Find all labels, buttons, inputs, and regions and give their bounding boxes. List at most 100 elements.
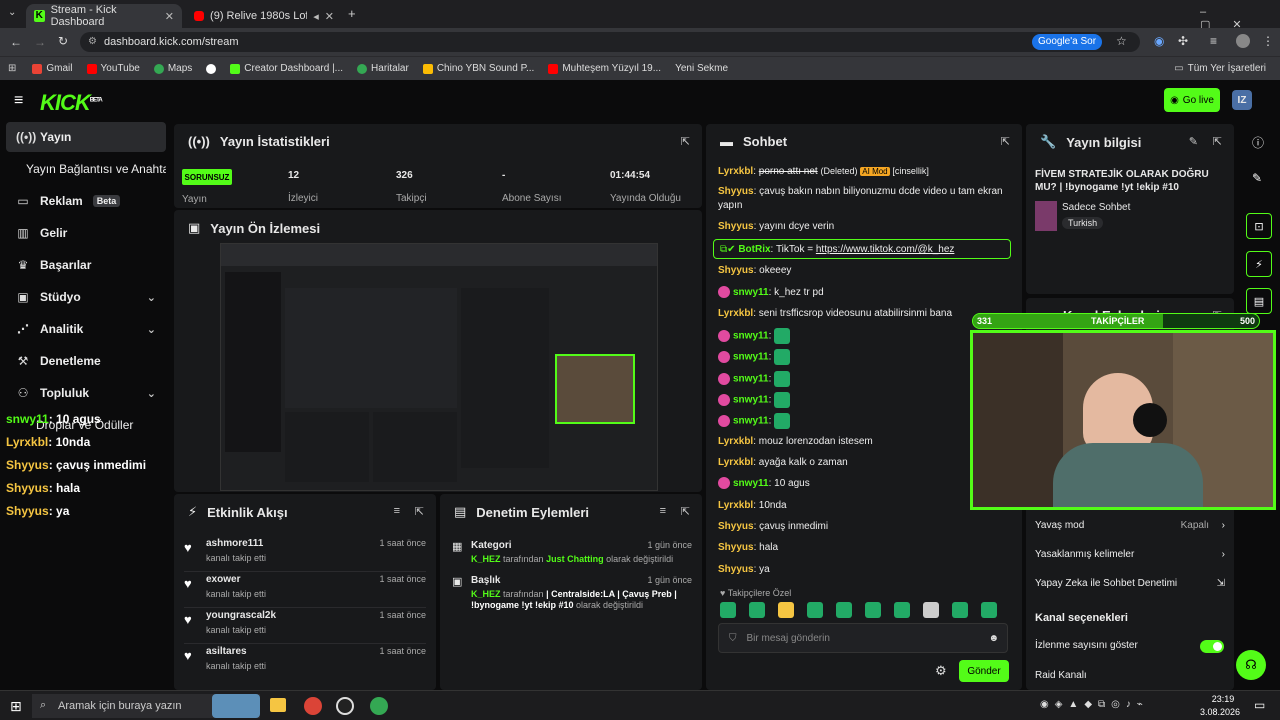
chat-username[interactable]: Lyrxkbl	[718, 308, 753, 319]
all-bookmarks[interactable]: ▭ Tüm Yer İşaretleri	[1174, 63, 1266, 74]
extension-icon[interactable]: ◉	[1154, 34, 1164, 48]
chat-username[interactable]: Shyyus	[718, 521, 754, 532]
go-live-button[interactable]: ◉ Go live	[1164, 88, 1220, 112]
rail-button-target[interactable]: ⊡	[1246, 213, 1272, 239]
rail-button-bolt[interactable]: ⚡	[1246, 251, 1272, 277]
taskbar-search[interactable]: ⌕ Aramak için buraya yazın	[32, 694, 260, 718]
sidebar-item-stream[interactable]: ((•)) Yayın	[6, 122, 166, 152]
new-tab-icon[interactable]: +	[348, 6, 356, 21]
emoji-picker-icon[interactable]: ☻	[988, 633, 999, 644]
back-icon[interactable]: ←	[10, 35, 22, 49]
tab-list-icon[interactable]: ⌄	[8, 7, 16, 18]
sidebar-item-revenue[interactable]: ▥ Gelir	[6, 218, 166, 248]
send-button[interactable]: Gönder	[959, 660, 1009, 682]
banned-words-row[interactable]: Yasaklanmış kelimeler ›	[1035, 549, 1225, 560]
sidebar-item-achievements[interactable]: ♛ Başarılar	[6, 250, 166, 280]
chat-username[interactable]: snwy11	[733, 352, 769, 363]
popout-icon[interactable]: ⇱	[1213, 135, 1222, 148]
bookmark-star-icon[interactable]: ☆	[1116, 34, 1127, 48]
chat-input[interactable]: ⛉ Bir mesaj gönderin ☻	[718, 623, 1008, 653]
bookmark-youtube[interactable]: YouTube	[86, 63, 140, 74]
tab-kick-dashboard[interactable]: K Stream - Kick Dashboard ✕	[26, 4, 182, 28]
sidebar-item-community[interactable]: ⚇ Topluluk ⌄	[6, 378, 166, 408]
ai-moderation-row[interactable]: Yapay Zeka ile Sohbet Denetimi ⇲	[1035, 578, 1225, 589]
bookmark-maps[interactable]: Maps	[153, 63, 192, 74]
tray-icons[interactable]: ◉◈▲◆⧉◎♪⌁	[1040, 699, 1149, 710]
sidebar-item-ads[interactable]: ▭ Reklam Beta	[6, 186, 166, 216]
notification-icon[interactable]: ▭	[1254, 698, 1265, 712]
bookmark-muhtesem[interactable]: Muhteşem Yüzyıl 19...	[548, 63, 661, 74]
emote-icon[interactable]	[749, 602, 765, 618]
edit-pencil-icon[interactable]: ✎	[1252, 171, 1262, 185]
chat-username[interactable]: Lyrxkbl	[718, 500, 753, 511]
chat-username[interactable]: snwy11	[733, 478, 769, 489]
sidebar-item-analytics[interactable]: ⋰ Analitik ⌄	[6, 314, 166, 344]
chat-username[interactable]: Lyrxkbl	[718, 166, 753, 177]
popout-icon[interactable]: ⇱	[681, 135, 690, 148]
chat-username[interactable]: snwy11	[733, 374, 769, 385]
close-tab-icon[interactable]: ✕	[165, 10, 174, 23]
bookmark-google[interactable]	[206, 63, 217, 74]
clock-time[interactable]: 23:19	[1206, 694, 1240, 704]
emote-icon[interactable]	[836, 602, 852, 618]
show-viewers-toggle[interactable]	[1200, 640, 1224, 653]
chat-username[interactable]: Shyyus	[718, 542, 754, 553]
bookmark-new-tab[interactable]: Yeni Sekme	[675, 63, 728, 74]
bookmark-chino[interactable]: Chino YBN Sound P...	[422, 63, 534, 74]
chat-username[interactable]: Shyyus	[718, 564, 754, 575]
hamburger-menu-icon[interactable]: ≡	[14, 92, 23, 110]
sidebar-item-studio[interactable]: ▣ Stüdyo ⌄	[6, 282, 166, 312]
activity-user[interactable]: asiltares	[206, 646, 247, 657]
clock-date[interactable]: 3.08.2026	[1200, 707, 1240, 717]
close-tab-icon[interactable]: ✕	[325, 10, 334, 23]
file-explorer-icon[interactable]	[270, 698, 286, 712]
chat-username[interactable]: Lyrxkbl	[718, 457, 753, 468]
chat-username[interactable]: Shyyus	[718, 186, 754, 197]
emote-icon[interactable]	[865, 602, 881, 618]
reload-icon[interactable]: ↻	[58, 34, 68, 48]
chat-username[interactable]: snwy11	[733, 287, 769, 298]
chat-username[interactable]: snwy11	[733, 395, 769, 406]
filter-icon[interactable]: ≡	[394, 505, 400, 517]
chrome-icon[interactable]	[304, 697, 322, 715]
info-icon[interactable]: ⓘ	[1252, 134, 1264, 151]
sidebar-item-moderation[interactable]: ⚒ Denetleme	[6, 346, 166, 376]
emote-icon[interactable]	[778, 602, 794, 618]
kick-logo[interactable]: KICKBETA	[40, 90, 103, 116]
popout-icon[interactable]: ⇱	[1001, 135, 1010, 148]
bookmark-creator-dashboard[interactable]: Creator Dashboard |...	[230, 63, 343, 74]
chat-username[interactable]: Lyrxkbl	[718, 436, 753, 447]
chat-username[interactable]: snwy11	[733, 331, 769, 342]
activity-user[interactable]: youngrascal2k	[206, 610, 276, 621]
chat-link[interactable]: https://www.tiktok.com/@k_hez	[816, 244, 955, 255]
puzzle-icon[interactable]: ✣	[1178, 34, 1188, 48]
popout-icon[interactable]: ⇱	[681, 505, 690, 518]
emote-icon[interactable]	[923, 602, 939, 618]
chrome-profile-icon[interactable]	[370, 697, 388, 715]
category-name[interactable]: Sadece Sohbet	[1062, 202, 1130, 213]
stream-preview-video[interactable]	[220, 243, 658, 491]
emote-icon[interactable]	[981, 602, 997, 618]
chat-username[interactable]: Shyyus	[718, 265, 754, 276]
support-button[interactable]: ☊	[1236, 650, 1266, 680]
tab-youtube[interactable]: (9) Relive 1980s Lofi City Vi ◂ ✕	[186, 4, 342, 28]
slow-mode-row[interactable]: Yavaş mod Kapalı ›	[1035, 520, 1225, 531]
more-icon[interactable]: ⋮	[1262, 34, 1274, 48]
site-info-icon[interactable]: ⚙	[88, 36, 97, 47]
chat-username[interactable]: BotRix	[738, 244, 770, 255]
tag-chip[interactable]: Turkish	[1062, 217, 1104, 229]
settings-gear-icon[interactable]: ⚙	[935, 663, 947, 679]
forward-icon[interactable]: →	[34, 35, 46, 49]
emote-icon[interactable]	[720, 602, 736, 618]
raid-row[interactable]: Raid Kanalı	[1035, 670, 1225, 681]
activity-user[interactable]: ashmore111	[206, 538, 263, 549]
popout-icon[interactable]: ⇱	[415, 505, 424, 518]
profile-avatar[interactable]	[1236, 34, 1250, 48]
google-ask-button[interactable]: Google'a Sor	[1032, 34, 1103, 50]
filter-icon[interactable]: ≡	[660, 505, 666, 517]
emote-icon[interactable]	[952, 602, 968, 618]
edit-pencil-icon[interactable]: ✎	[1189, 135, 1198, 148]
activity-user[interactable]: exower	[206, 574, 240, 585]
emote-icon[interactable]	[807, 602, 823, 618]
bookmark-gmail[interactable]: Gmail	[32, 63, 73, 74]
